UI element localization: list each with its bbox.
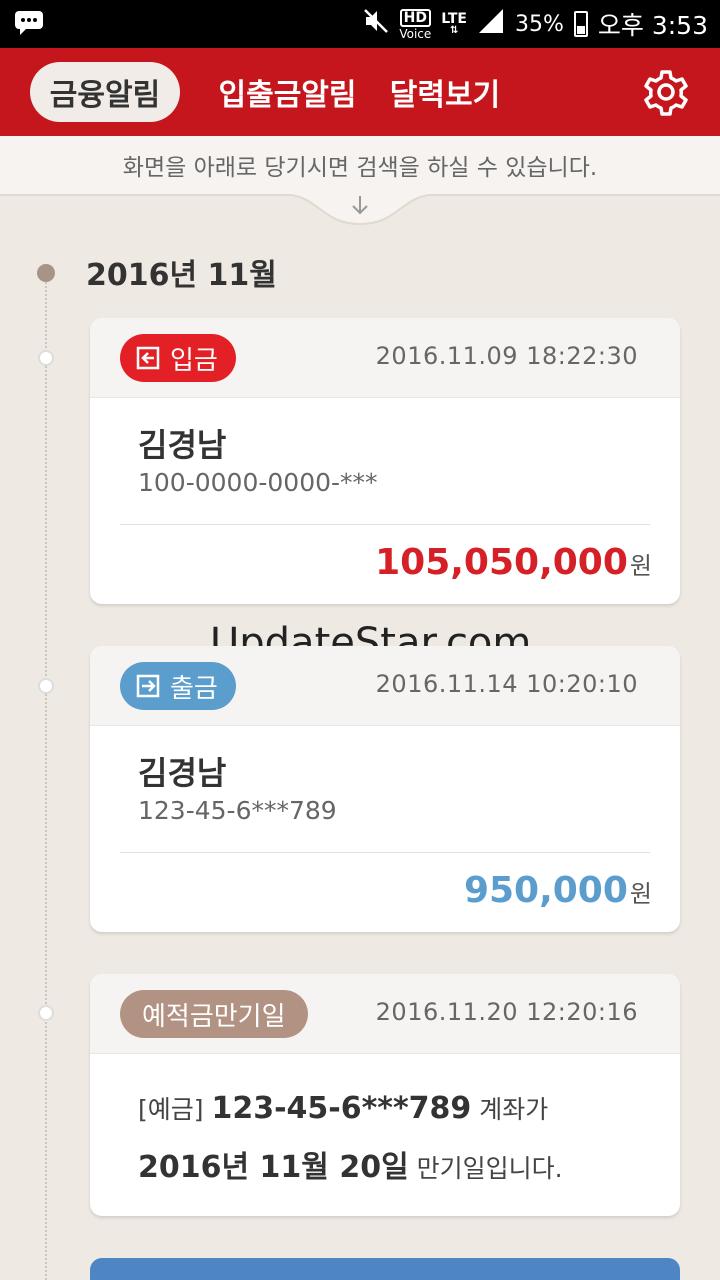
signal-icon	[477, 7, 505, 41]
account-holder: 김경남	[138, 426, 227, 464]
tab-financial-alerts[interactable]: 금융알림	[30, 62, 180, 122]
gear-icon[interactable]	[642, 68, 690, 116]
pull-down-tab[interactable]	[0, 194, 720, 230]
tab-calendar[interactable]: 달력보기	[386, 62, 504, 122]
timeline-line	[45, 274, 47, 1280]
deposit-card[interactable]: 입금 2016.11.09 18:22:30 김경남 100-0000-0000…	[90, 318, 680, 604]
account-holder: 김경남	[138, 754, 227, 792]
notice-datetime: 2016.11.20 12:20:16	[375, 998, 638, 1026]
mute-icon	[363, 8, 389, 40]
transaction-datetime: 2016.11.14 10:20:10	[375, 670, 638, 698]
withdrawal-icon	[136, 674, 160, 698]
timeline-node	[38, 1005, 54, 1021]
maturity-date: 2016년 11월 20일	[138, 1150, 409, 1185]
withdrawal-badge: 출금	[120, 662, 236, 710]
deposit-badge: 입금	[120, 334, 236, 382]
withdrawal-card[interactable]: 출금 2016.11.14 10:20:10 김경남 123-45-6***78…	[90, 646, 680, 932]
deposit-icon	[136, 346, 160, 370]
divider	[120, 524, 650, 525]
battery-icon	[573, 11, 588, 37]
status-bar: HD Voice LTE ⇅ 35% 오후 3:53	[0, 0, 720, 48]
account-number: 100-0000-0000-***	[138, 468, 378, 497]
currency-label: 원	[629, 552, 652, 580]
month-marker	[37, 264, 55, 282]
maturity-notice-line1: [예금] 123-45-6***789 계좌가	[138, 1091, 549, 1126]
lte-icon: LTE ⇅	[441, 11, 467, 36]
account-number: 123-45-6***789	[138, 796, 337, 825]
pull-to-search-hint: 화면을 아래로 당기시면 검색을 하실 수 있습니다.	[0, 136, 720, 196]
maturity-card[interactable]: 예적금만기일 2016.11.20 12:20:16 [예금] 123-45-6…	[90, 974, 680, 1216]
currency-label: 원	[629, 880, 652, 908]
message-icon	[14, 10, 44, 40]
battery-percent: 35%	[515, 11, 564, 37]
app-header: 금융알림 입출금알림 달력보기	[0, 48, 720, 136]
timeline-node	[38, 350, 54, 366]
clock: 오후 3:53	[597, 11, 708, 40]
transaction-datetime: 2016.11.09 18:22:30	[375, 342, 638, 370]
month-title: 2016년 11월	[86, 258, 277, 293]
maturity-badge: 예적금만기일	[120, 990, 308, 1038]
transaction-amount: 950,000	[463, 870, 628, 911]
hd-voice-icon: HD Voice	[399, 8, 432, 41]
timeline-node	[38, 678, 54, 694]
next-card-partial[interactable]	[90, 1258, 680, 1280]
divider	[120, 852, 650, 853]
tab-transaction-alerts[interactable]: 입출금알림	[215, 62, 360, 122]
transaction-amount: 105,050,000	[375, 542, 628, 583]
maturity-notice-line2: 2016년 11월 20일 만기일입니다.	[138, 1150, 563, 1185]
account-number: 123-45-6***789	[211, 1091, 472, 1126]
